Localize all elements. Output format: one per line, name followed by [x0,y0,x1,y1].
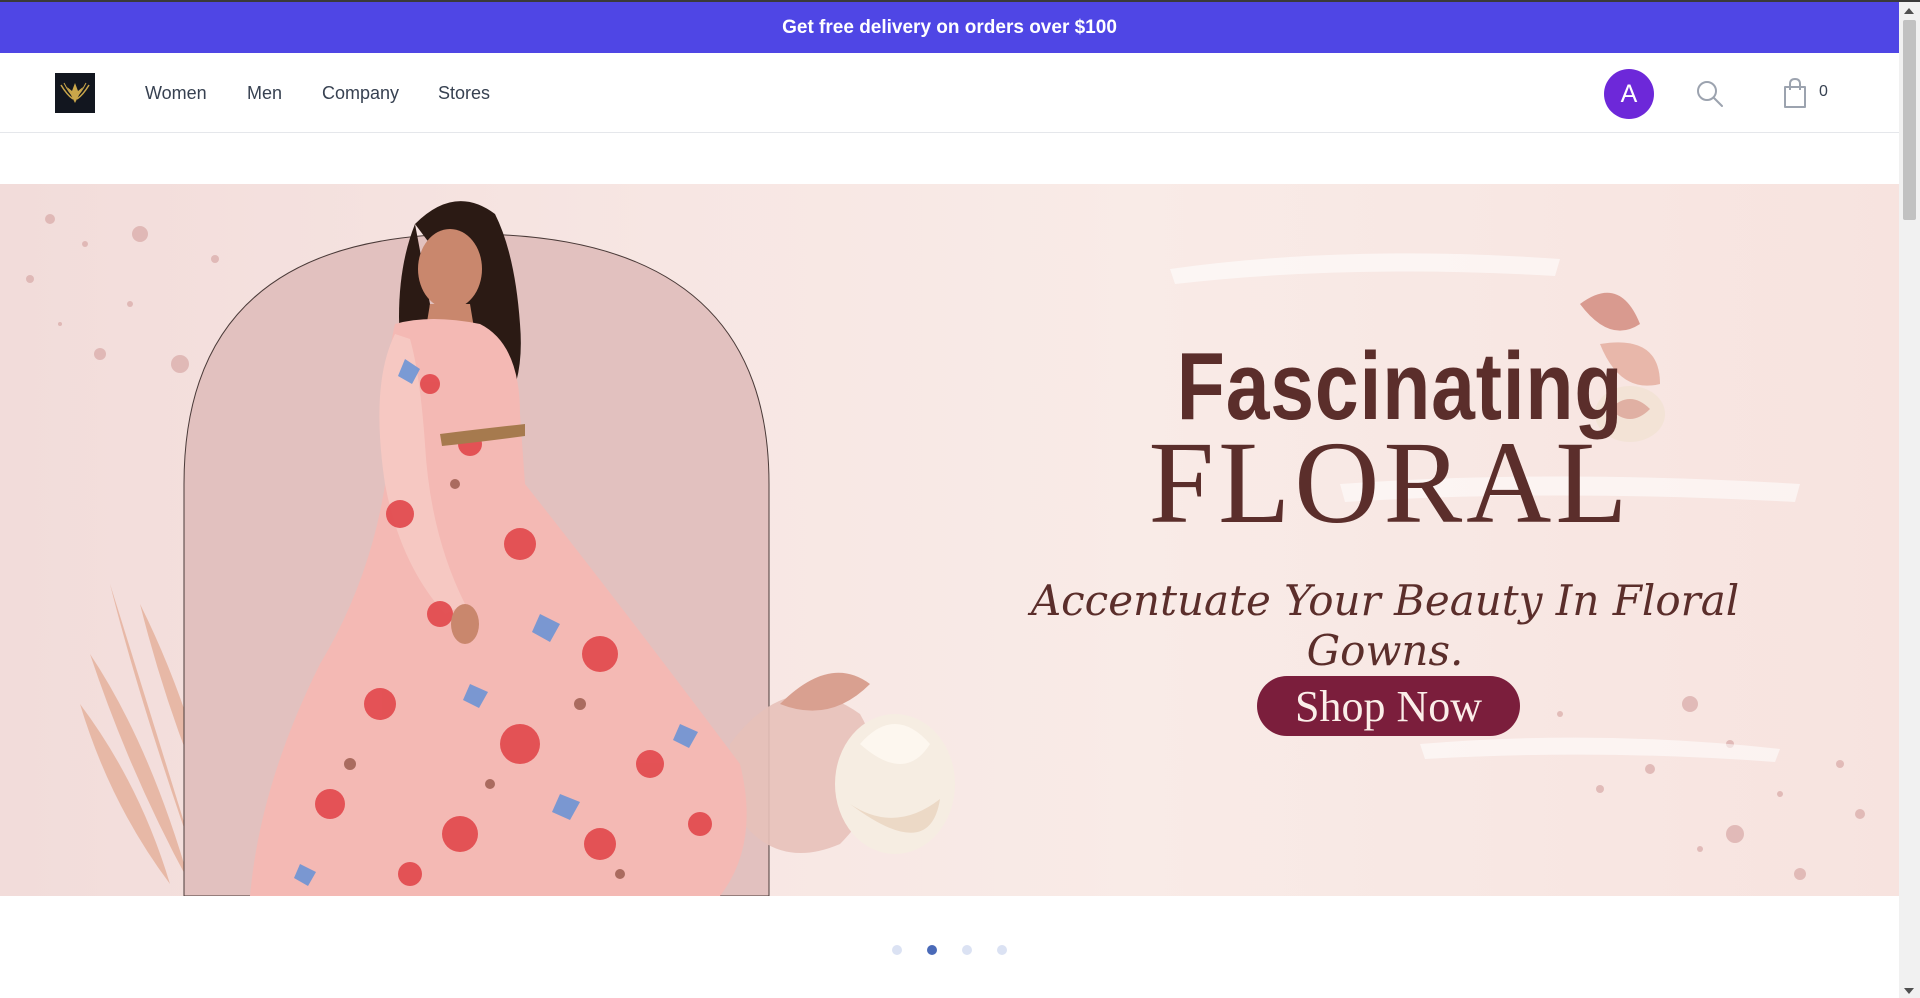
cart-count: 0 [1819,83,1828,100]
search-icon[interactable] [1695,79,1725,109]
shopping-bag-icon[interactable] [1780,77,1810,109]
user-avatar-button[interactable]: A [1604,69,1654,119]
scroll-down-arrow-icon[interactable] [1904,988,1914,994]
announcement-text: Get free delivery on orders over $100 [782,16,1117,38]
carousel-dot-2[interactable] [927,945,937,955]
vertical-scrollbar[interactable] [1899,2,1920,998]
announcement-bar: Get free delivery on orders over $100 [0,2,1899,53]
scroll-up-arrow-icon[interactable] [1904,8,1914,14]
hero-banner: Fascinating FLORAL Accentuate Your Beaut… [0,184,1899,896]
shop-now-label: Shop Now [1294,681,1483,731]
hero-title-line2: FLORAL [1148,417,1632,548]
nav-link-company[interactable]: Company [322,82,399,104]
scrollbar-thumb[interactable] [1903,20,1916,220]
carousel-dots [0,945,1899,957]
carousel-dot-3[interactable] [962,945,972,955]
nav-link-stores[interactable]: Stores [438,82,490,104]
hero-tagline: Accentuate Your Beauty In Floral Gowns. [1030,576,1740,676]
carousel-dot-1[interactable] [892,945,902,955]
phoenix-logo-icon[interactable] [55,73,95,113]
carousel-dot-4[interactable] [997,945,1007,955]
nav-link-women[interactable]: Women [145,82,207,104]
shop-now-button[interactable]: Shop Now [1257,676,1520,736]
main-navbar: Women Men Company Stores A 0 [0,53,1899,133]
nav-link-men[interactable]: Men [247,82,282,104]
avatar-letter: A [1620,79,1638,108]
